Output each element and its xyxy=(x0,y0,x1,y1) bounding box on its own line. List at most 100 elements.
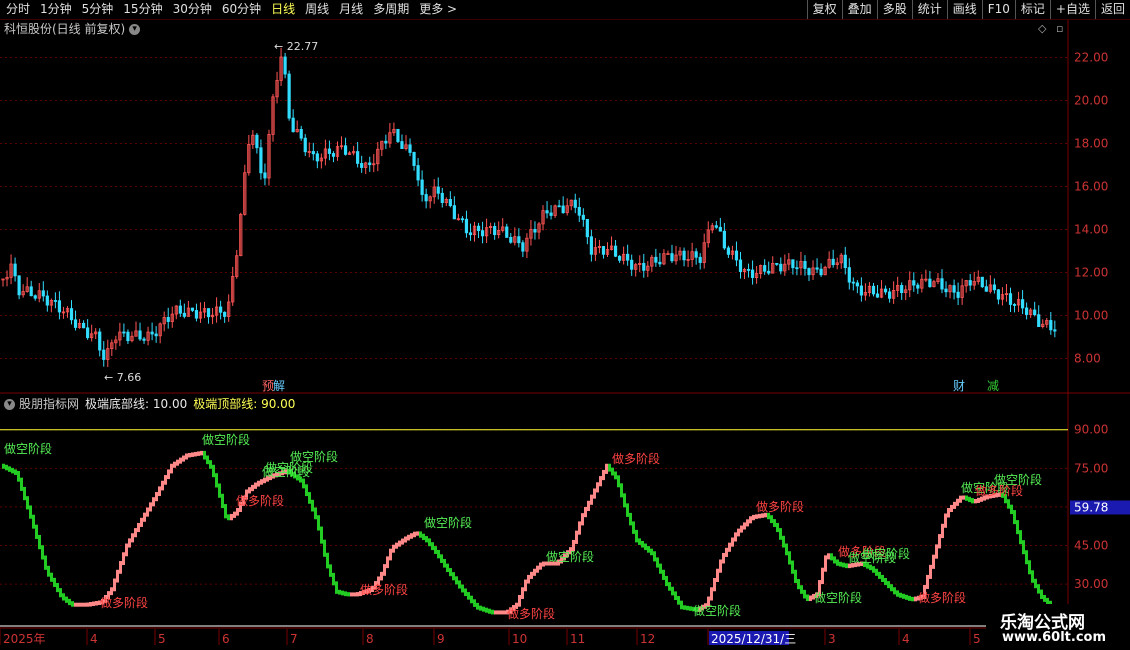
indicator-bar xyxy=(116,569,119,583)
indicator-bar xyxy=(635,529,638,543)
candle-body xyxy=(33,295,37,299)
chart-controls: ◇ ▫ xyxy=(1038,22,1063,35)
indicator-bar xyxy=(914,596,917,602)
date-label-13: 5 xyxy=(973,632,981,646)
stock-chart[interactable]: 22.00 20.00 18.00 16.00 14.00 12.00 10.00 8.00 9… xyxy=(0,0,1130,650)
candle-body xyxy=(1033,309,1037,316)
candle-body xyxy=(613,245,618,257)
indicator-bar xyxy=(668,582,671,591)
date-label-10: 2025/12/31/三 xyxy=(711,632,796,646)
indicator-bar xyxy=(467,592,470,600)
candle-body xyxy=(630,259,634,270)
indicator-bar xyxy=(254,482,257,489)
indicator-bar xyxy=(77,602,80,607)
date-label-2: 5 xyxy=(158,632,166,646)
signal-label-14: 做空阶段 xyxy=(814,590,862,605)
indicator-bar xyxy=(86,602,89,607)
indicator-bar xyxy=(209,460,212,469)
indicator-bar xyxy=(1034,578,1037,589)
indicator-bar xyxy=(773,519,776,527)
indicator-bar xyxy=(344,591,347,597)
indicator-bar xyxy=(599,476,602,487)
indicator-bar xyxy=(464,588,467,597)
indicator-bar xyxy=(407,534,410,541)
indicator-bar xyxy=(1031,570,1034,583)
indicator-bar xyxy=(497,610,500,615)
candle-body xyxy=(1012,304,1017,306)
indicator-bar xyxy=(1010,504,1013,515)
indicator-bar xyxy=(743,522,746,530)
candle-body xyxy=(654,256,658,263)
indicator-bar xyxy=(218,483,221,498)
candle-body xyxy=(617,255,622,261)
candle-body xyxy=(219,306,223,313)
candle-body xyxy=(718,226,722,232)
candle-body xyxy=(29,286,33,297)
indicator-bar xyxy=(434,546,437,554)
indicator-bar xyxy=(248,487,251,494)
indicator-bar xyxy=(326,552,329,569)
indicator-bar xyxy=(839,561,842,567)
indicator-bar xyxy=(341,590,344,596)
indicator-bar xyxy=(173,461,176,468)
price-tick-7: 8.00 xyxy=(1074,352,1101,366)
candle-body xyxy=(1037,314,1041,327)
indicator-bar xyxy=(383,564,386,576)
indicator-bar xyxy=(590,494,593,505)
indicator-bar xyxy=(188,452,191,458)
indicator-tick-0: 90.00 xyxy=(1074,423,1108,437)
candle-body xyxy=(190,307,195,311)
indicator-bar xyxy=(836,559,839,566)
candle-body xyxy=(287,73,291,119)
indicator-bar xyxy=(335,581,338,594)
indicator-bar xyxy=(128,538,131,548)
signal-label-13: 做多阶段 xyxy=(756,499,804,514)
indicator-bar xyxy=(419,531,422,538)
candle-body xyxy=(791,259,795,269)
chevron-down-icon[interactable]: ▾ xyxy=(129,24,141,35)
chevron-down-icon[interactable]: ▾ xyxy=(4,399,15,410)
indicator-bar xyxy=(731,537,734,547)
candle-body xyxy=(843,254,847,269)
indicator-bar xyxy=(821,567,824,585)
diamond-icon[interactable]: ◇ xyxy=(1038,22,1046,35)
signal-label-7: 做多阶段 xyxy=(360,582,408,597)
indicator-bar xyxy=(617,475,620,488)
candle-body xyxy=(883,288,888,293)
date-label-9: 12 xyxy=(640,632,655,646)
indicator-bar xyxy=(620,483,623,498)
indicator-bar xyxy=(674,591,677,601)
candle-body xyxy=(436,186,440,194)
indicator-bar xyxy=(440,554,443,563)
candle-body xyxy=(259,147,263,174)
price-tick-6: 10.00 xyxy=(1074,309,1108,323)
indicator-bar xyxy=(872,566,875,573)
indicator-bar xyxy=(800,585,803,594)
indicator-bar xyxy=(596,482,599,493)
candle-body xyxy=(493,226,497,236)
indicator-bar xyxy=(719,559,722,573)
indicator-bar xyxy=(680,600,683,610)
candle-body xyxy=(658,261,662,265)
indicator-bar xyxy=(146,507,149,517)
indicator-bar xyxy=(785,543,788,556)
window-icon[interactable]: ▫ xyxy=(1056,22,1063,35)
indicator-bar xyxy=(968,496,971,503)
main-chart-title[interactable]: 科恒股份(日线 前复权) ▾ xyxy=(4,21,141,37)
candle-body xyxy=(517,236,521,244)
indicator-bar xyxy=(416,531,419,536)
event-marker-3: 减 xyxy=(987,379,999,393)
candle-body xyxy=(779,263,783,272)
signal-label-21: 做多阶段 xyxy=(975,483,1023,498)
indicator-bar xyxy=(779,528,782,540)
indicator-title[interactable]: ▾ 股朋指标网 极端底部线: 10.00 极端顶部线: 90.00 xyxy=(4,396,295,412)
candle-body xyxy=(283,56,287,75)
candle-body xyxy=(53,300,57,302)
indicator-bar xyxy=(1016,520,1019,535)
indicator-bar xyxy=(14,469,17,475)
candle-body xyxy=(1020,299,1025,309)
indicator-bar xyxy=(410,533,413,539)
indicator-bar xyxy=(974,498,977,504)
candle-body xyxy=(698,256,702,263)
indicator-bar xyxy=(608,463,611,472)
